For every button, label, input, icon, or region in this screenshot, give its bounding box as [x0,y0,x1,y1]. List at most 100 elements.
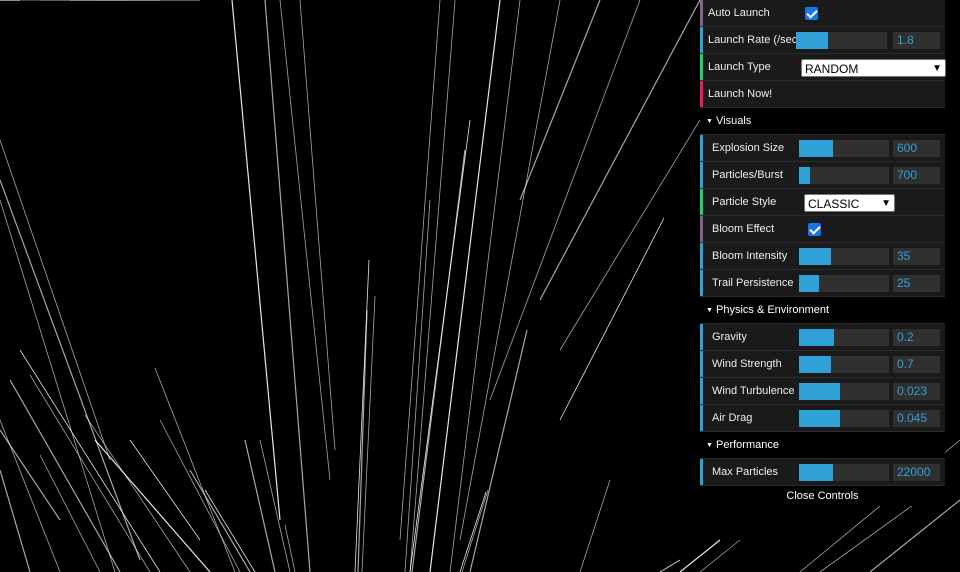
chevron-down-icon: ▼ [932,63,942,74]
string-stripe [700,54,703,80]
number-stripe [700,270,703,296]
air-drag-input[interactable]: 0.045 [893,410,940,427]
particle-streak [189,469,251,572]
boolean-stripe [700,0,703,26]
particle-streak [0,139,111,461]
particle-streak [679,539,721,572]
slider-fill [799,356,831,373]
number-stripe [700,27,703,53]
slider-fill [799,248,831,265]
particle-streak [699,539,741,572]
particle-streak [94,439,211,572]
max-particles-label: Max Particles [712,466,779,478]
number-stripe [700,459,703,485]
launch-now-label: Launch Now! [708,88,773,100]
air-drag-row: Air Drag 0.045 [700,405,945,432]
particle-streak [429,0,501,572]
trail-persistence-input[interactable]: 25 [893,275,940,292]
number-stripe [700,351,703,377]
folder-open-triangle-icon: ▼ [706,118,713,125]
particle-streak [869,499,960,572]
particle-style-row: Particle Style CLASSIC ▼ [700,189,945,216]
air-drag-label: Air Drag [712,412,753,424]
particle-streak [539,0,701,301]
launch-rate-slider[interactable] [796,32,887,49]
physics-folder-title: Physics & Environment [716,304,830,316]
particle-streak [231,0,281,521]
string-stripe [700,189,703,215]
physics-folder-toggle[interactable]: ▼ Physics & Environment [700,297,945,324]
particle-streak [559,217,665,421]
particle-streak [19,349,161,572]
auto-launch-label: Auto Launch [708,7,770,19]
particle-streak [461,489,489,572]
wind-strength-row: Wind Strength 0.7 [700,351,945,378]
launch-now-button[interactable]: Launch Now! [700,81,945,108]
bloom-intensity-slider[interactable] [799,248,889,265]
explosion-size-input[interactable]: 600 [893,140,940,157]
particle-streak [244,439,276,572]
particles-burst-row: Particles/Burst 700 [700,162,945,189]
gravity-row: Gravity 0.2 [700,324,945,351]
explosion-size-label: Explosion Size [712,142,785,154]
gravity-label: Gravity [712,331,747,343]
particle-streak [159,419,241,572]
slider-fill [799,383,840,400]
number-stripe [700,243,703,269]
launch-type-label: Launch Type [708,61,771,73]
launch-type-value: RANDOM [805,62,859,76]
max-particles-slider[interactable] [799,464,889,481]
performance-folder-toggle[interactable]: ▼ Performance [700,432,945,459]
auto-launch-row[interactable]: Auto Launch [700,0,945,27]
wind-strength-input[interactable]: 0.7 [893,356,940,373]
particle-streak [659,559,681,572]
launch-type-select[interactable]: RANDOM ▼ [801,59,946,77]
gravity-input[interactable]: 0.2 [893,329,940,346]
wind-turbulence-input[interactable]: 0.023 [893,383,940,400]
particle-streak [0,179,141,561]
folder-open-triangle-icon: ▼ [706,442,713,449]
wind-strength-label: Wind Strength [712,358,782,370]
auto-launch-checkbox[interactable] [805,7,818,20]
wind-turbulence-label: Wind Turbulence [712,385,795,397]
slider-fill [799,140,834,157]
explosion-size-row: Explosion Size 600 [700,135,945,162]
particles-burst-slider[interactable] [799,167,889,184]
visuals-folder-title: Visuals [716,115,752,127]
wind-strength-slider[interactable] [799,356,889,373]
close-controls-button[interactable]: Close Controls [700,486,945,506]
visuals-folder-toggle[interactable]: ▼ Visuals [700,108,945,135]
wind-turbulence-row: Wind Turbulence 0.023 [700,378,945,405]
particle-streak [519,0,601,201]
number-stripe [700,378,703,404]
particle-style-select[interactable]: CLASSIC ▼ [804,194,895,212]
launch-rate-input[interactable]: 1.8 [893,32,940,49]
bloom-intensity-input[interactable]: 35 [893,248,940,265]
particle-streak [579,479,611,572]
particle-style-value: CLASSIC [808,197,860,211]
bloom-intensity-row: Bloom Intensity 35 [700,243,945,270]
particle-streak [279,0,331,481]
performance-folder-title: Performance [716,439,779,451]
slider-fill [796,32,828,49]
wind-turbulence-slider[interactable] [799,383,889,400]
bloom-effect-checkbox[interactable] [808,223,821,236]
slider-fill [799,329,835,346]
max-particles-input[interactable]: 22000 [893,464,940,481]
explosion-size-slider[interactable] [799,140,889,157]
bloom-effect-row[interactable]: Bloom Effect [700,216,945,243]
particles-burst-label: Particles/Burst [712,169,783,181]
particle-streak [0,429,61,521]
bloom-effect-label: Bloom Effect [712,223,775,235]
number-stripe [700,135,703,161]
slider-fill [799,464,834,481]
particle-style-label: Particle Style [712,196,777,208]
particles-burst-input[interactable]: 700 [893,167,940,184]
slider-fill [799,410,840,427]
gravity-slider[interactable] [799,329,889,346]
air-drag-slider[interactable] [799,410,889,427]
particle-streak [449,0,521,572]
launch-type-row: Launch Type RANDOM ▼ [700,54,946,81]
particle-streak [361,295,376,572]
trail-persistence-slider[interactable] [799,275,889,292]
